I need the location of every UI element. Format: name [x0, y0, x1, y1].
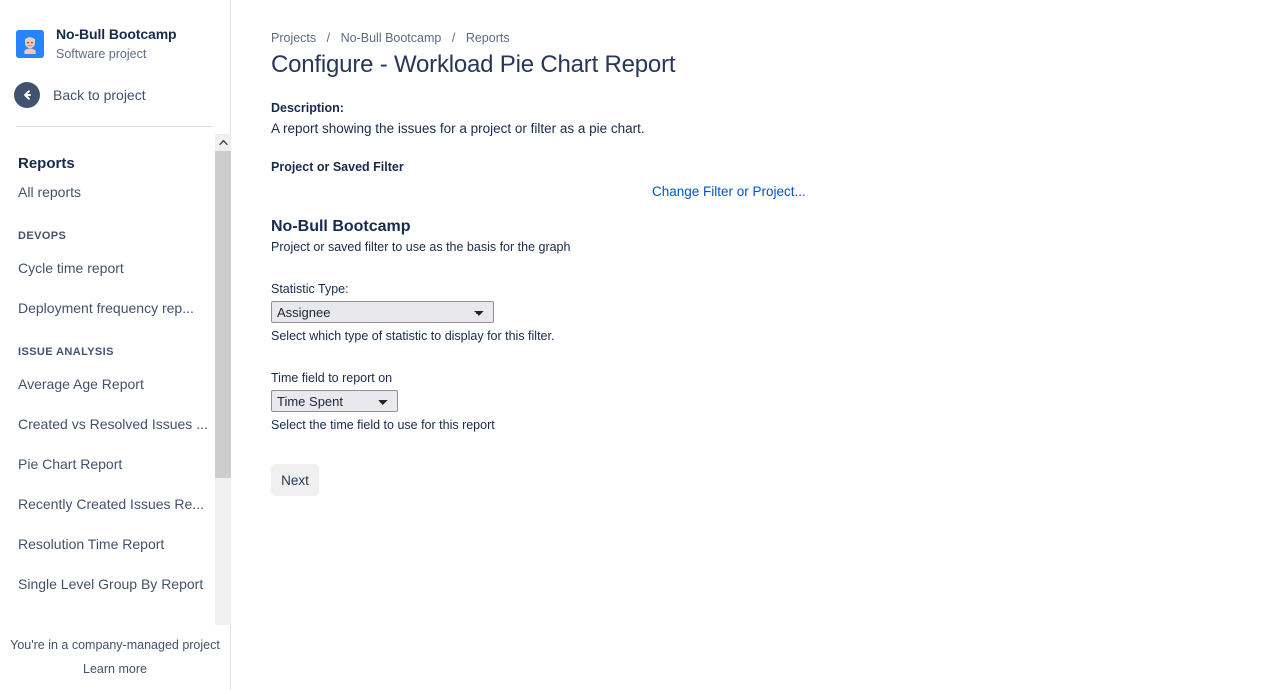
sidebar-item-cycle-time-report[interactable]: Cycle time report	[0, 248, 231, 288]
project-avatar-face-icon	[16, 30, 44, 59]
sidebar-scrollbar[interactable]	[215, 134, 231, 625]
time-field-help: Select the time field to use for this re…	[271, 418, 495, 432]
statistic-type-label: Statistic Type:	[271, 282, 349, 296]
scrollbar-up-arrow[interactable]	[215, 134, 231, 151]
statistic-type-select[interactable]: AssigneeComponentIssue TypePriorityResol…	[271, 301, 494, 323]
statistic-type-help: Select which type of statistic to displa…	[271, 329, 555, 343]
sidebar-item-single-level-group-by-report[interactable]: Single Level Group By Report	[0, 564, 231, 604]
filter-row: Change Filter or Project...	[271, 178, 1269, 204]
selected-project-name: No-Bull Bootcamp	[271, 218, 411, 235]
statistic-type-field: Statistic Type: AssigneeComponentIssue T…	[271, 282, 1269, 343]
description-label: Description:	[271, 101, 344, 115]
learn-more-link[interactable]: Learn more	[0, 662, 230, 676]
sidebar-item-all-reports[interactable]: All reports	[0, 172, 231, 212]
time-field-select[interactable]: Time SpentOriginal EstimateRemaining Est…	[271, 390, 398, 412]
sidebar-section-issue-analysis: ISSUE ANALYSIS	[18, 346, 114, 358]
arrow-left-circle-icon	[14, 82, 40, 109]
breadcrumb-separator: /	[451, 31, 456, 45]
breadcrumb-item-projects[interactable]: Projects	[271, 31, 316, 45]
sidebar-heading-reports: Reports	[18, 155, 75, 172]
project-name: No-Bull Bootcamp	[56, 26, 177, 42]
selected-project-help: Project or saved filter to use as the ba…	[271, 240, 571, 254]
sidebar-nav-list: Reports All reports DEVOPS Cycle time repo…	[0, 141, 231, 628]
sidebar-footer: You're in a company-managed project Lear…	[0, 638, 230, 690]
back-to-project-label: Back to project	[53, 87, 146, 104]
sidebar-item-deployment-frequency-rep[interactable]: Deployment frequency rep...	[0, 288, 231, 328]
breadcrumb-separator: /	[326, 31, 331, 45]
page-title: Configure - Workload Pie Chart Report	[271, 51, 676, 78]
description-text: A report showing the issues for a projec…	[271, 121, 645, 136]
sidebar-item-created-vs-resolved-issues[interactable]: Created vs Resolved Issues ...	[0, 404, 231, 444]
sidebar-divider	[16, 126, 214, 128]
company-managed-note: You're in a company-managed project	[10, 638, 220, 652]
next-button[interactable]: Next	[271, 464, 319, 496]
project-or-filter-label: Project or Saved Filter	[271, 160, 404, 174]
breadcrumb: Projects / No-Bull Bootcamp / Reports	[232, 0, 1269, 45]
scrollbar-thumb[interactable]	[215, 151, 231, 478]
breadcrumb-item-project[interactable]: No-Bull Bootcamp	[341, 31, 442, 45]
main-content: Projects / No-Bull Bootcamp / Reports Co…	[232, 0, 1269, 690]
chevron-up-icon	[218, 139, 228, 146]
project-sidebar: No-Bull Bootcamp Software project Back t…	[0, 0, 231, 690]
sidebar-item-resolution-time-report[interactable]: Resolution Time Report	[0, 524, 231, 564]
sidebar-item-pie-chart-report[interactable]: Pie Chart Report	[0, 444, 231, 484]
project-type: Software project	[56, 46, 147, 61]
project-header[interactable]: No-Bull Bootcamp Software project	[0, 0, 230, 62]
sidebar-item-average-age-report[interactable]: Average Age Report	[0, 364, 231, 404]
breadcrumb-item-reports[interactable]: Reports	[466, 31, 510, 45]
time-field-field: Time field to report on Time SpentOrigin…	[271, 371, 1269, 432]
time-field-label: Time field to report on	[271, 371, 393, 385]
project-avatar	[16, 30, 44, 59]
change-filter-or-project-link[interactable]: Change Filter or Project...	[652, 184, 806, 199]
sidebar-section-devops: DEVOPS	[18, 230, 67, 242]
sidebar-item-recently-created-issues-re[interactable]: Recently Created Issues Re...	[0, 484, 231, 524]
back-to-project-button[interactable]: Back to project	[0, 62, 230, 109]
